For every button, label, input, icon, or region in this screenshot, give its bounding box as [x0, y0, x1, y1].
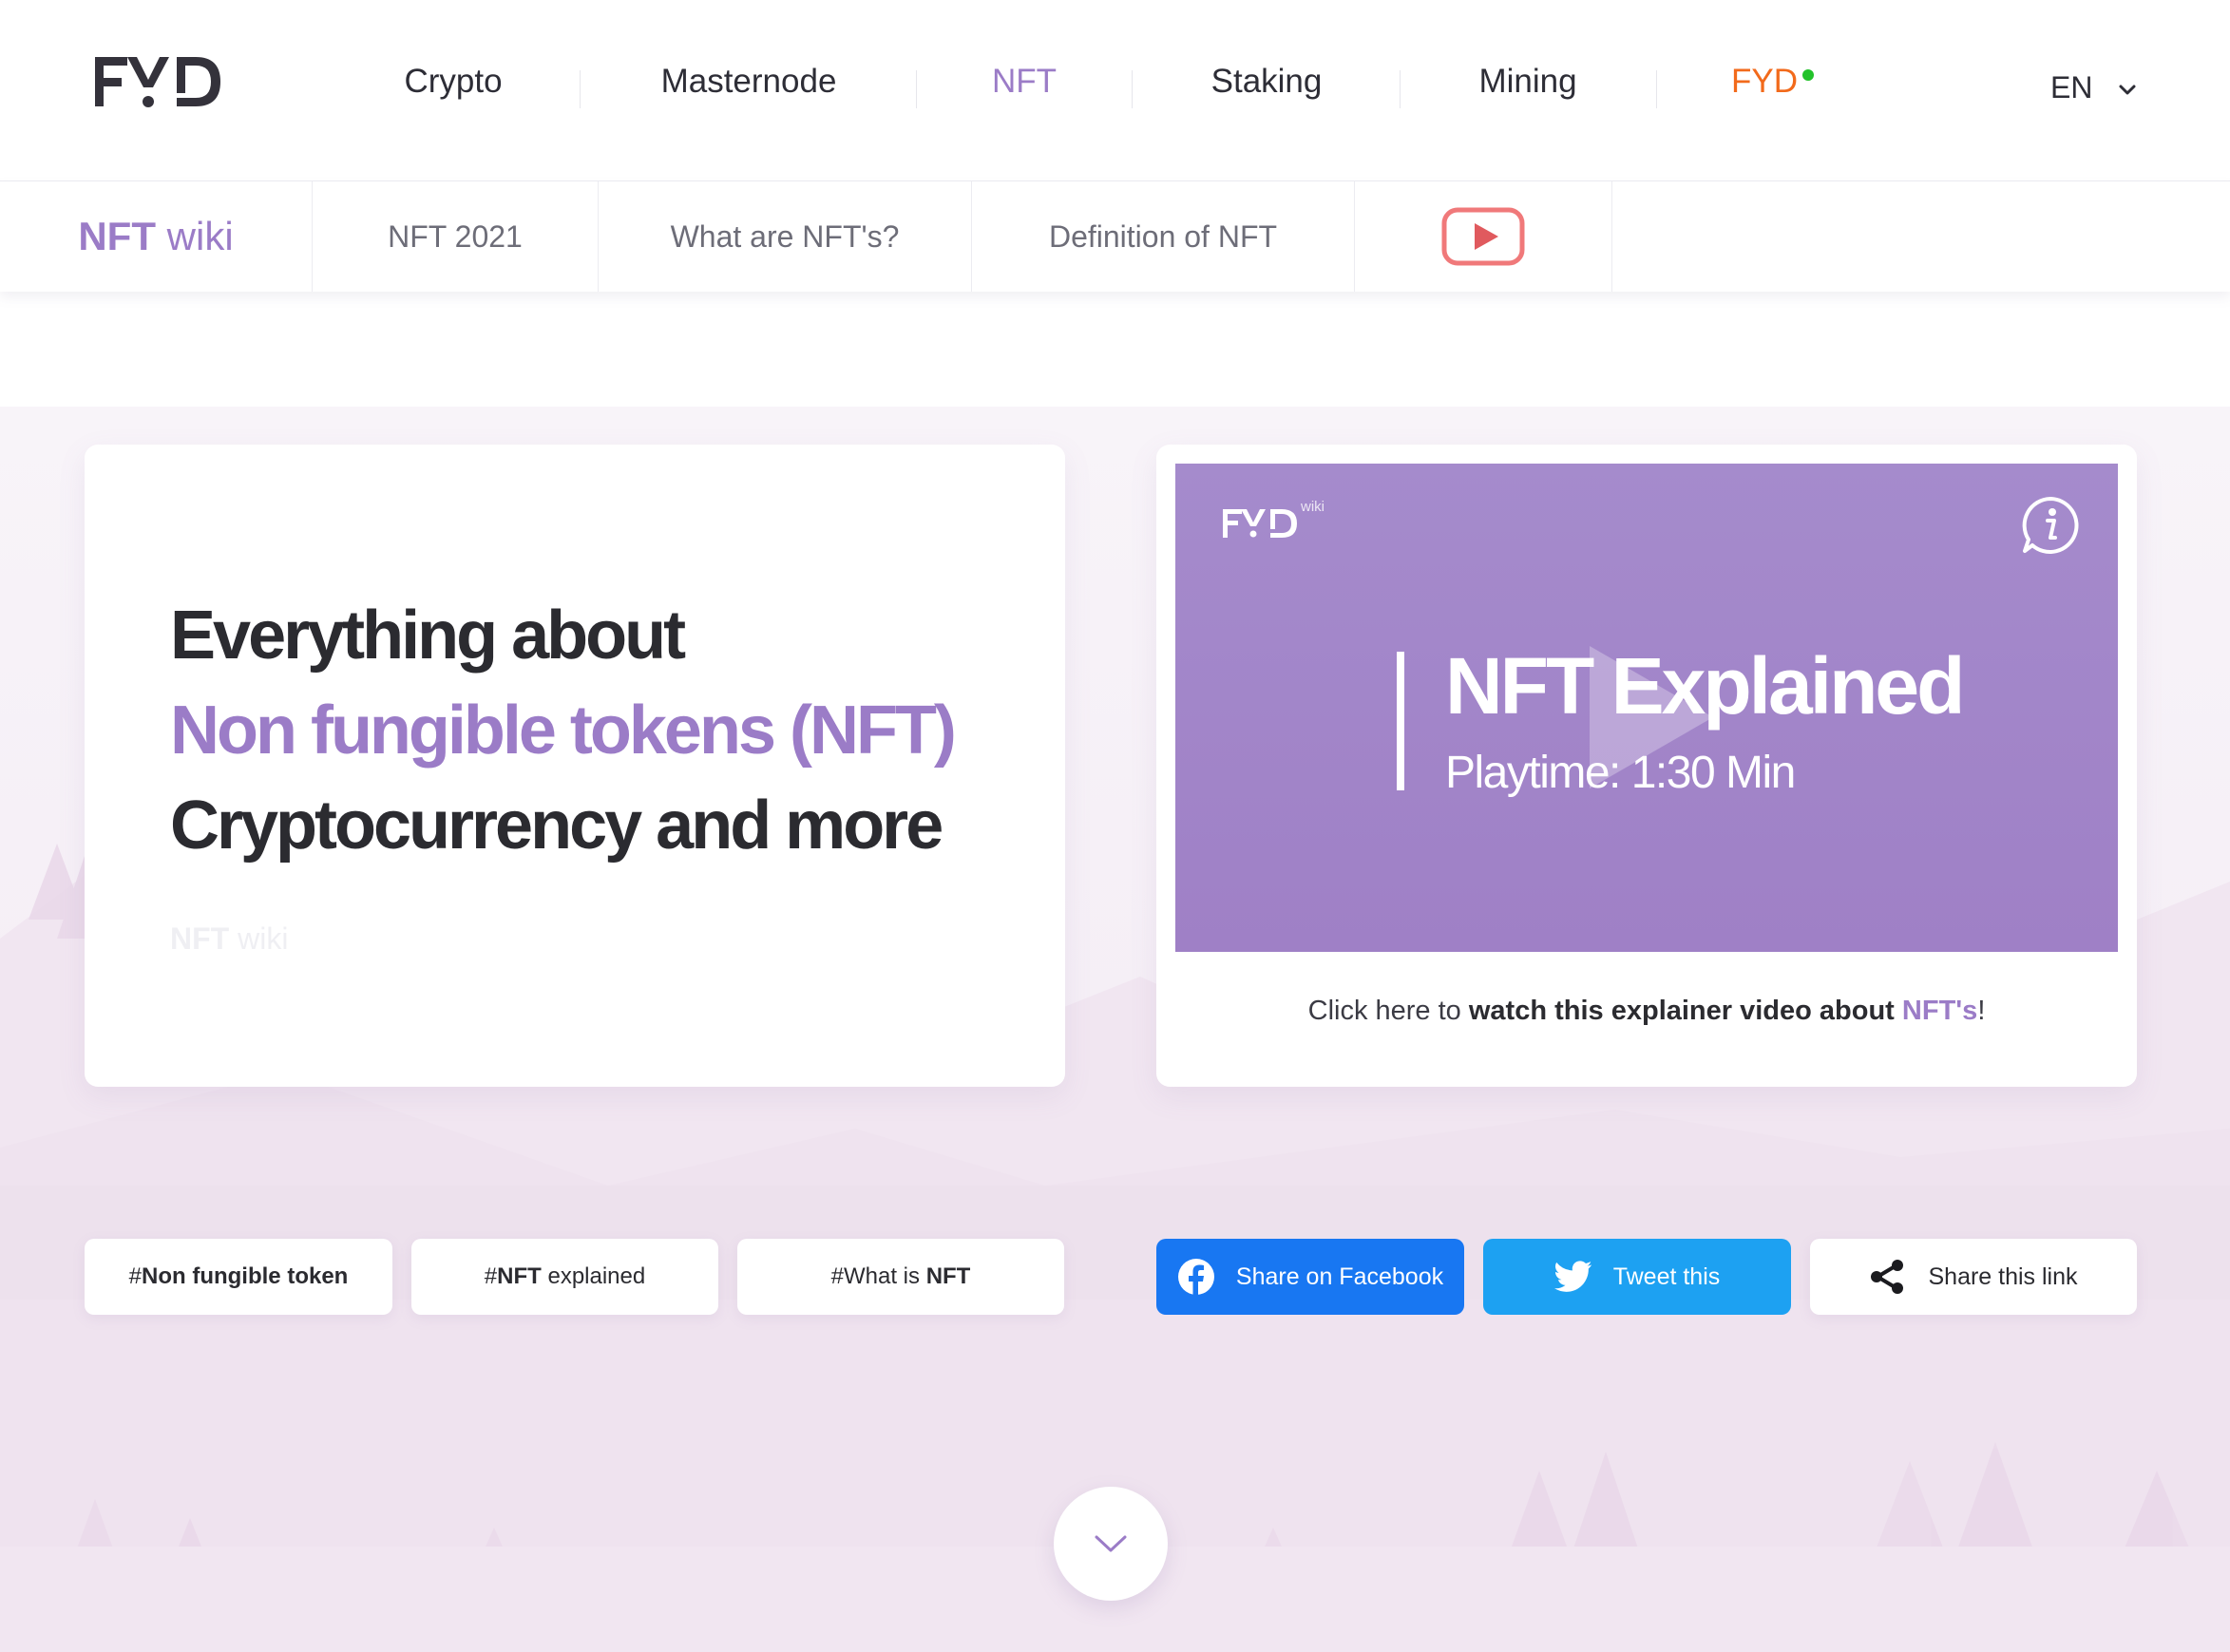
fyd-logo[interactable] [95, 55, 222, 110]
online-status-dot [1802, 69, 1814, 81]
subnav-definition-of-nft[interactable]: Definition of NFT [972, 181, 1355, 292]
tag-hash: # [484, 1263, 498, 1289]
video-title-bar [1397, 652, 1404, 790]
info-icon[interactable] [2019, 494, 2082, 557]
share-facebook-button[interactable]: Share on Facebook [1156, 1239, 1464, 1315]
nav-divider [1656, 70, 1657, 108]
share-link-button[interactable]: Share this link [1810, 1239, 2137, 1315]
tag-pre: What is [844, 1263, 926, 1289]
chevron-down-icon [1095, 1535, 1127, 1552]
tag-nft-explained[interactable]: # NFT explained [411, 1239, 718, 1315]
tag-bold: NFT [925, 1263, 971, 1289]
faint-wiki-label: NFT wiki [170, 921, 288, 957]
tag-rest: explained [541, 1263, 646, 1289]
hero-heading-line2: Non fungible tokens (NFT) [170, 693, 957, 769]
nav-divider [1400, 70, 1401, 108]
tag-non-fungible-token[interactable]: # Non fungible token [85, 1239, 392, 1315]
wiki-subnav: NFT wiki NFT 2021 What are NFT's? Defini… [0, 181, 2230, 292]
video-player[interactable]: wiki NFT Explained Playtime: 1:30 Min [1175, 464, 2118, 952]
hero-heading-line1: Everything about [170, 598, 686, 674]
nav-crypto[interactable]: Crypto [404, 63, 502, 101]
tag-what-is-nft[interactable]: # What is NFT [737, 1239, 1064, 1315]
video-fyd-logo: wiki [1223, 500, 1325, 538]
nav-mining[interactable]: Mining [1478, 63, 1576, 101]
wiki-title-bold: NFT [78, 214, 156, 258]
video-caption-link[interactable]: Click here to watch this explainer video… [1156, 996, 2137, 1027]
share-icon [1871, 1260, 1904, 1294]
video-title: NFT Explained [1445, 641, 1965, 731]
scroll-down-button[interactable] [1054, 1487, 1168, 1601]
nav-staking[interactable]: Staking [1211, 63, 1323, 101]
svg-text:wiki: wiki [1300, 500, 1325, 515]
wiki-title-light: wiki [166, 214, 234, 258]
facebook-icon [1177, 1259, 1214, 1296]
language-selector[interactable]: EN [2050, 70, 2137, 105]
faint-wiki-bold: NFT [170, 921, 230, 956]
nav-divider [580, 70, 581, 108]
video-card: wiki NFT Explained Playtime: 1:30 Min Cl… [1156, 445, 2137, 1087]
caption-pre: Click here to [1307, 996, 1469, 1026]
language-label: EN [2050, 70, 2093, 104]
tag-hash: # [128, 1263, 143, 1289]
subnav-nft-2021[interactable]: NFT 2021 [313, 181, 599, 292]
youtube-icon [1441, 207, 1525, 266]
share-twitter-label: Tweet this [1612, 1263, 1721, 1290]
twitter-icon [1553, 1261, 1591, 1292]
chevron-down-icon [2119, 85, 2136, 95]
subnav-what-are-nfts[interactable]: What are NFT's? [599, 181, 972, 292]
nav-divider [916, 70, 917, 108]
share-link-label: Share this link [1928, 1263, 2078, 1290]
tag-hash: # [830, 1263, 844, 1289]
nav-nft[interactable]: NFT [992, 63, 1057, 101]
nft-wiki-title[interactable]: NFT wiki [0, 181, 313, 292]
nav-fyd[interactable]: FYD [1731, 63, 1798, 101]
video-playtime: Playtime: 1:30 Min [1445, 748, 1796, 798]
nav-divider [1132, 70, 1133, 108]
top-navigation: Crypto Masternode NFT Staking Mining FYD… [0, 0, 2230, 181]
faint-wiki-light: wiki [238, 921, 289, 956]
tag-bold: NFT [497, 1263, 542, 1289]
caption-accent: NFT's [1901, 996, 1978, 1026]
caption-post: ! [1977, 996, 1986, 1026]
share-facebook-label: Share on Facebook [1235, 1263, 1444, 1290]
caption-bold: watch this explainer video about [1468, 996, 1902, 1026]
subnav-video[interactable] [1355, 181, 1612, 292]
hero-intro-card: Everything about Non fungible tokens (NF… [85, 445, 1065, 1087]
tag-bold: Non fungible token [142, 1263, 349, 1289]
share-twitter-button[interactable]: Tweet this [1483, 1239, 1791, 1315]
hero-heading-line3: Cryptocurrency and more [170, 788, 943, 864]
nav-masternode[interactable]: Masternode [661, 63, 837, 101]
